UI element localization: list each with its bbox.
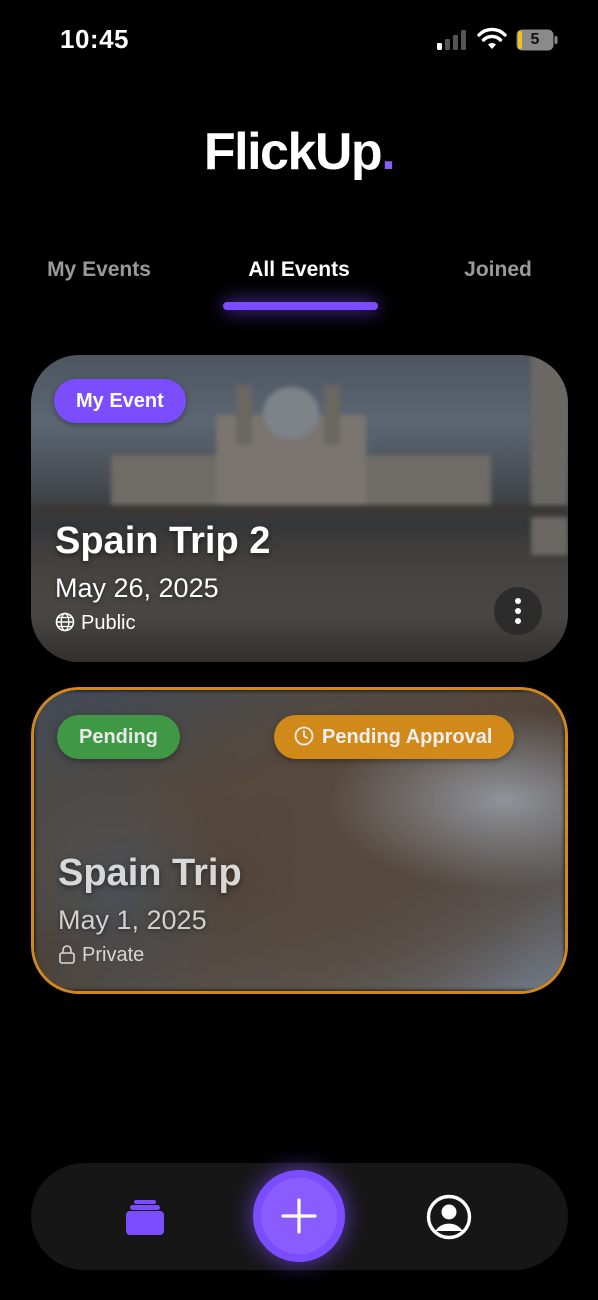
privacy-label: Private (82, 944, 145, 966)
event-title: Spain Trip 2 (55, 520, 271, 562)
wifi-icon (477, 27, 507, 49)
plus-icon (281, 1198, 317, 1234)
add-event-button[interactable] (253, 1170, 345, 1262)
my-event-badge: My Event (54, 379, 186, 423)
pending-approval-badge: Pending Approval (274, 715, 515, 759)
event-privacy: Public (55, 612, 135, 635)
event-privacy: Private (58, 944, 144, 967)
bottom-navigation (31, 1163, 568, 1270)
clock-icon (294, 726, 314, 746)
battery-level: 5 (530, 31, 540, 48)
app-logo: FlickUp. (0, 122, 598, 182)
more-vertical-icon (515, 598, 521, 604)
cellular-signal-icon (437, 30, 466, 50)
status-bar: 10:45 5 (0, 0, 598, 80)
logo-dot: . (381, 123, 395, 181)
event-card-spain-trip[interactable]: Pending Pending Approval Spain Trip May … (31, 687, 568, 994)
more-options-button[interactable] (494, 587, 542, 635)
events-stack-icon[interactable] (125, 1197, 165, 1237)
globe-icon (55, 612, 75, 632)
status-time: 10:45 (60, 24, 129, 54)
tab-all-events[interactable]: All Events (248, 258, 350, 282)
event-date: May 1, 2025 (58, 905, 207, 935)
tab-joined[interactable]: Joined (464, 258, 532, 282)
logo-text: FlickUp (203, 123, 383, 181)
active-tab-indicator (223, 302, 378, 310)
pending-approval-label: Pending Approval (322, 726, 493, 748)
event-date: May 26, 2025 (55, 573, 219, 603)
event-title: Spain Trip (58, 852, 242, 894)
tab-my-events[interactable]: My Events (47, 258, 151, 282)
privacy-label: Public (81, 612, 136, 634)
event-card-spain-trip-2[interactable]: My Event Spain Trip 2 May 26, 2025 Publi… (31, 355, 568, 662)
profile-icon[interactable] (426, 1194, 472, 1240)
event-tabs: My Events All Events Joined (0, 258, 598, 318)
pending-badge: Pending (57, 715, 180, 759)
lock-icon (59, 944, 75, 964)
